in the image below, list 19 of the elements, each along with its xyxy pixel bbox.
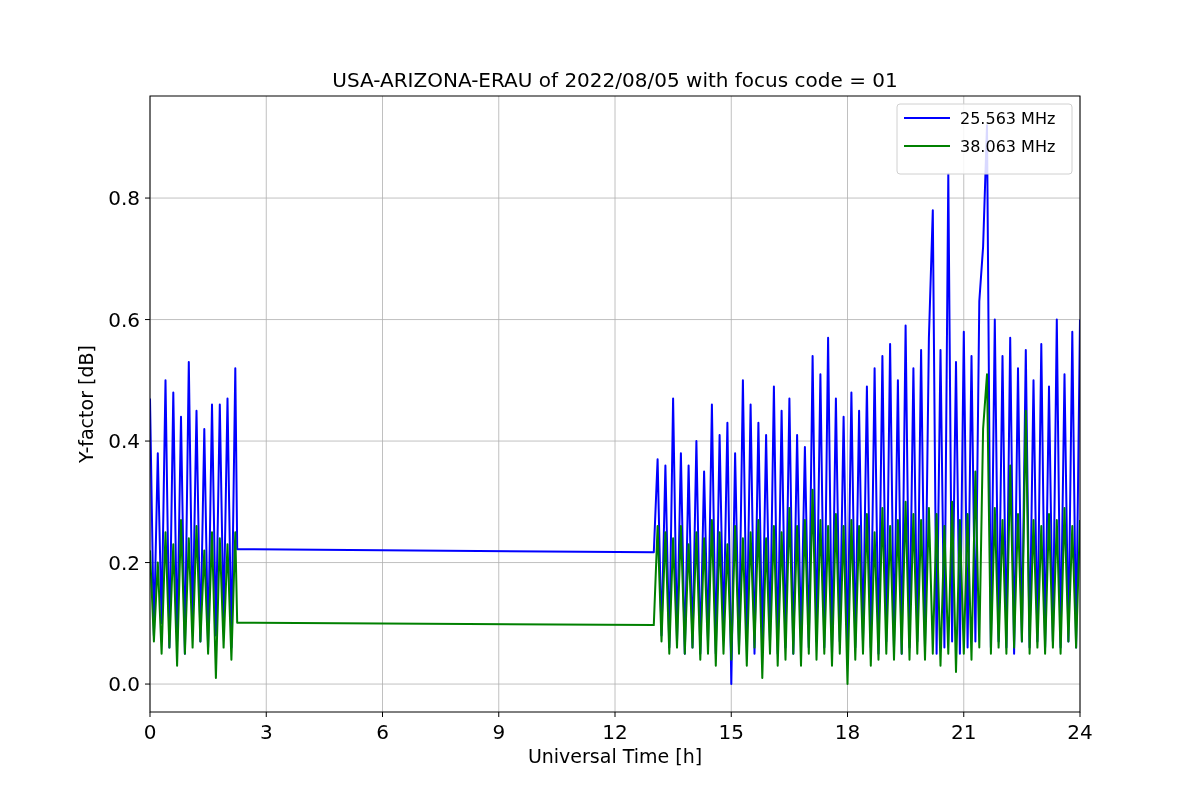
- tick-label: 18: [834, 720, 861, 744]
- tick-label: 6: [376, 720, 389, 744]
- tick-label: 15: [718, 720, 744, 744]
- legend-label: 38.063 MHz: [960, 137, 1056, 156]
- chart-title: USA-ARIZONA-ERAU of 2022/08/05 with focus code = 01: [332, 68, 898, 92]
- tick-label: 0.8: [108, 186, 140, 211]
- tick-label: 9: [492, 720, 506, 744]
- tick-label: 0.6: [108, 307, 140, 332]
- tick-label: 0.0: [108, 672, 140, 697]
- tick-label: 0.2: [108, 550, 140, 575]
- legend-label: 25.563 MHz: [960, 109, 1056, 128]
- tick-label: 0.4: [108, 429, 140, 454]
- x-axis-label: Universal Time [h]: [527, 745, 703, 767]
- tick-label: 3: [259, 720, 273, 744]
- tick-label: 24: [1067, 720, 1093, 744]
- tick-label: 21: [951, 720, 977, 744]
- tick-label: 0: [143, 720, 157, 744]
- tick-label: 12: [602, 720, 628, 744]
- y-axis-label: Y-factor [dB]: [75, 345, 97, 463]
